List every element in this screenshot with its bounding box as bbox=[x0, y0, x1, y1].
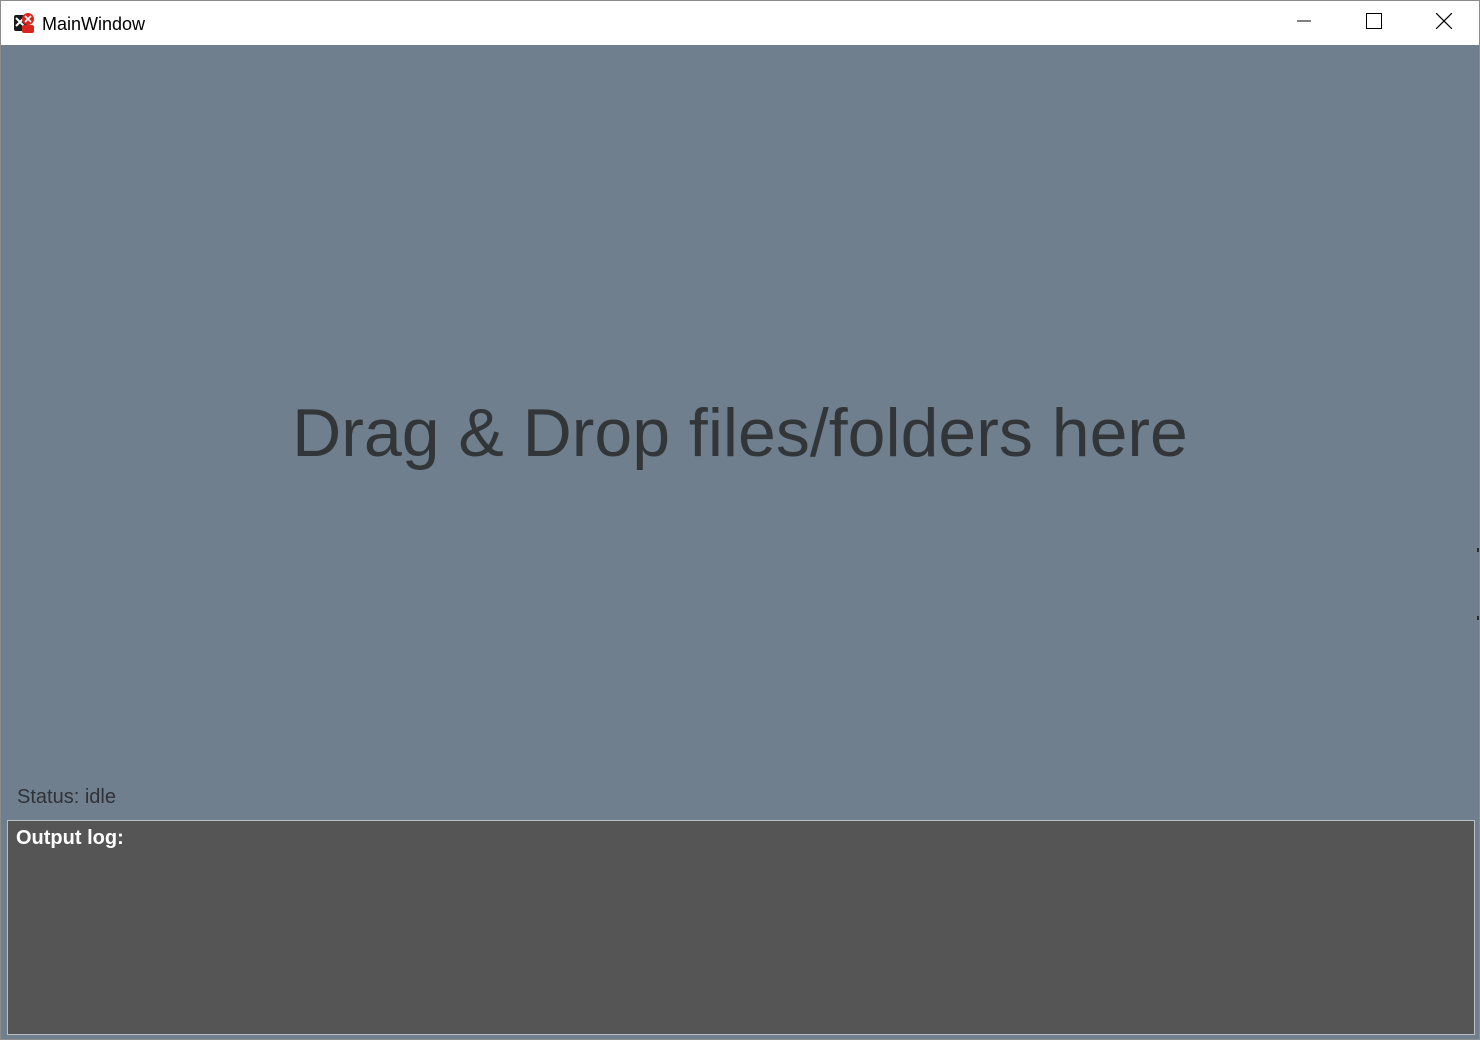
output-log-panel[interactable]: Output log: bbox=[7, 820, 1475, 1035]
title-bar[interactable]: MainWindow bbox=[1, 1, 1479, 45]
drop-zone-message: Drag & Drop files/folders here bbox=[292, 395, 1188, 471]
resize-grip-mark bbox=[1477, 616, 1479, 620]
main-window: MainWindow Drag & Drop files/folders her… bbox=[0, 0, 1480, 1040]
minimize-icon bbox=[1296, 13, 1312, 34]
status-label: Status: idle bbox=[17, 786, 116, 808]
maximize-button[interactable] bbox=[1339, 1, 1409, 45]
minimize-button[interactable] bbox=[1269, 1, 1339, 45]
maximize-icon bbox=[1366, 12, 1382, 34]
app-logo-icon[interactable] bbox=[13, 12, 35, 34]
drop-zone[interactable]: Drag & Drop files/folders here bbox=[1, 45, 1479, 775]
close-icon bbox=[1435, 12, 1453, 34]
close-button[interactable] bbox=[1409, 1, 1479, 45]
window-title: MainWindow bbox=[42, 14, 146, 34]
resize-grip-mark bbox=[1477, 548, 1479, 552]
output-log-label: Output log: bbox=[16, 827, 124, 849]
